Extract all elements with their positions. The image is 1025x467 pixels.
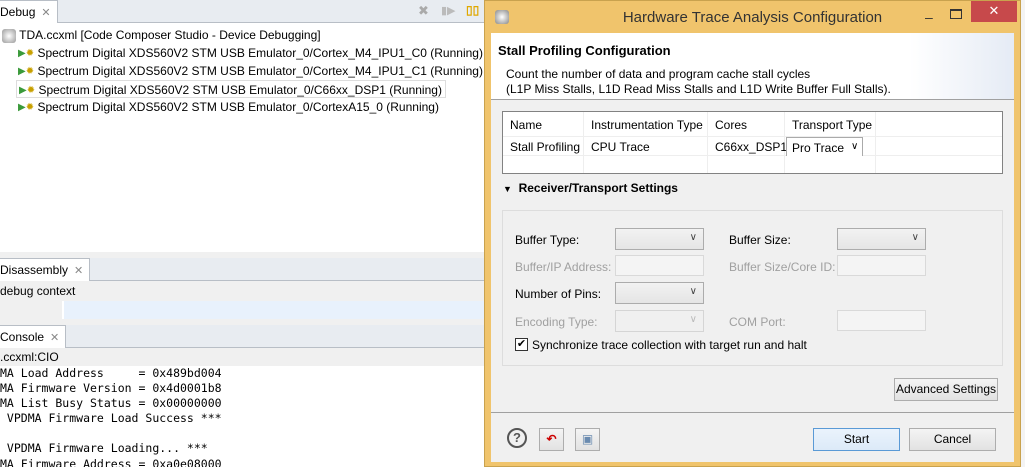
sync-label: Synchronize trace collection with target… [532,338,807,352]
tree-root[interactable]: TDA.ccxml [Code Composer Studio - Device… [2,26,321,44]
dialog-heading: Stall Profiling Configuration [498,43,671,58]
description: (L1P Miss Stalls, L1D Read Miss Stalls a… [506,82,891,96]
help-icon[interactable]: ? [507,428,527,448]
hardware-trace-dialog: Hardware Trace Analysis Configuration – … [484,0,1021,467]
running-core-icon: ▶✹ [18,47,35,59]
description: Count the number of data and program cac… [506,67,811,81]
tab-debug[interactable]: Debug ✕ [0,0,58,23]
transport-type-select[interactable]: Pro Trace ∨ [786,137,863,156]
console-tabbar: Console ✕ [0,325,484,348]
sync-checkbox[interactable]: ✔ [515,338,528,351]
column-header: Instrumentation Type [591,118,703,132]
console-line: MA Firmware Address = 0xa0e08000 [0,457,222,467]
buffer-ip-input[interactable] [615,255,704,276]
dialog-titlebar: Hardware Trace Analysis Configuration – … [485,1,1020,33]
start-button[interactable]: Start [813,428,900,451]
receiver-settings-group: Buffer Type: Buffer Size: Buffer/IP Addr… [502,210,1003,366]
dialog-title: Hardware Trace Analysis Configuration [622,9,883,26]
dialog-body: Stall Profiling Configuration Count the … [491,33,1014,462]
com-port-label: COM Port: [729,315,786,329]
disassembly-message: debug context [0,282,484,300]
tree-item[interactable]: ▶✹ Spectrum Digital XDS560V2 STM USB Emu… [18,44,483,62]
cancel-button[interactable]: Cancel [909,428,996,451]
tree-item[interactable]: ▶✹ Spectrum Digital XDS560V2 STM USB Emu… [18,62,483,80]
table-cell[interactable]: C66xx_DSP1 [715,140,787,154]
disassembly-tabbar: Disassembly ✕ [0,258,484,281]
console-line: VPDMA Firmware Loading... *** [0,441,208,455]
console-line: VPDMA Firmware Load Success *** [0,411,222,425]
tab-disassembly[interactable]: Disassembly ✕ [0,258,91,281]
buffer-type-select[interactable] [615,228,704,250]
encoding-label: Encoding Type: [515,315,598,329]
column-header: Name [510,118,543,132]
restore-defaults-icon[interactable]: ↶ [539,428,564,451]
disassembly-address-bar[interactable] [62,301,484,319]
console-line: MA List Busy Status = 0x00000000 [0,396,222,410]
console-source: .ccxml:CIO [0,349,484,366]
debug-tabbar: Debug ✕ ✖ ▮▶ ▯▯ [0,0,484,23]
close-icon[interactable]: ✕ [41,7,50,19]
console-line: MA Firmware Version = 0x4d0001b8 [0,381,222,395]
resume-icon[interactable]: ▮▶ [441,4,456,17]
buffer-ip-label: Buffer/IP Address: [515,260,612,274]
buffer-size-select[interactable] [837,228,926,250]
debug-tree: TDA.ccxml [Code Composer Studio - Device… [0,23,484,252]
tab-console[interactable]: Console ✕ [0,325,67,348]
running-core-icon: ▶✹ [18,101,35,113]
advanced-settings-button[interactable]: Advanced Settings [894,378,998,401]
close-button[interactable]: ✕ [971,1,1017,22]
suspend-icon[interactable]: ▯▯ [466,3,479,17]
console-output: MA Load Address = 0x489bd004 MA Firmware… [0,366,484,467]
expand-triangle-icon: ▼ [503,184,512,194]
device-icon [2,28,16,43]
remove-terminated-icon[interactable]: ✖ [418,3,429,19]
console-line: MA Load Address = 0x489bd004 [0,366,222,380]
configuration-table: Name Instrumentation Type Cores Transpor… [502,111,1003,174]
pins-select[interactable] [615,282,704,304]
com-port-input[interactable] [837,310,926,331]
encoding-select[interactable] [615,310,704,332]
column-header: Cores [715,118,748,132]
running-core-icon: ▶✹ [18,65,35,77]
buffer-type-label: Buffer Type: [515,233,580,247]
buffer-core-input[interactable] [837,255,926,276]
tree-item[interactable]: ▶✹ Spectrum Digital XDS560V2 STM USB Emu… [18,98,439,116]
section-toggle[interactable]: ▼ Receiver/Transport Settings [503,181,678,195]
tree-item-selected[interactable]: ▶✹ Spectrum Digital XDS560V2 STM USB Emu… [16,80,446,98]
app-icon [495,10,509,24]
buffer-core-label: Buffer Size/Core ID: [729,260,836,274]
table-cell[interactable]: CPU Trace [591,140,650,154]
maximize-button[interactable] [950,9,962,19]
buffer-size-label: Buffer Size: [729,233,791,247]
minimize-button[interactable]: – [925,1,933,34]
dialog-header: Stall Profiling Configuration Count the … [491,33,1014,100]
close-icon[interactable]: ✕ [74,265,83,277]
table-cell[interactable]: Stall Profiling [510,140,580,154]
chevron-down-icon: ∨ [851,141,859,152]
close-icon[interactable]: ✕ [50,332,59,344]
pins-label: Number of Pins: [515,287,602,301]
column-header: Transport Type [792,118,873,132]
save-icon[interactable]: ▣ [575,428,600,451]
